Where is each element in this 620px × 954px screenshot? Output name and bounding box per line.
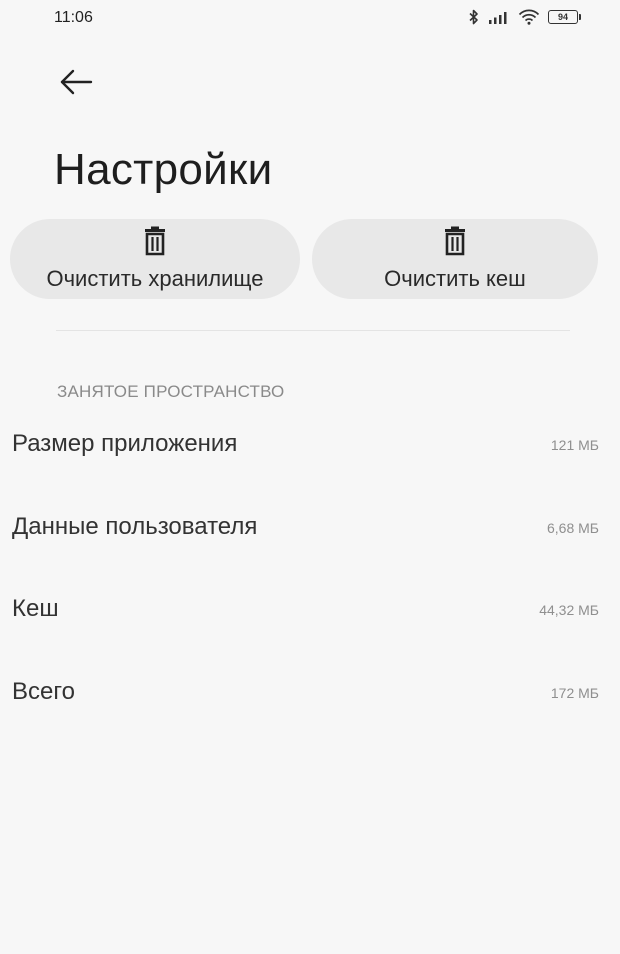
trash-icon (140, 225, 170, 257)
row-value: 6,68 МБ (547, 520, 599, 536)
page-title: Настройки (54, 145, 273, 194)
row-value: 44,32 МБ (539, 602, 599, 618)
clear-cache-label: Очистить кеш (384, 266, 526, 291)
row-label: Данные пользователя (12, 513, 258, 540)
status-bar: 11:06 94 (0, 0, 620, 40)
back-button[interactable] (52, 62, 100, 106)
clear-storage-button[interactable]: Очистить хранилище (10, 219, 300, 299)
status-icons: 94 (468, 9, 581, 25)
storage-row-user-data: Данные пользователя 6,68 МБ (0, 503, 620, 553)
row-value: 121 МБ (550, 437, 599, 453)
signal-icon (488, 10, 510, 24)
wifi-icon (518, 9, 540, 25)
bluetooth-icon (468, 9, 480, 25)
row-value: 172 МБ (550, 685, 599, 701)
status-time: 11:06 (54, 9, 93, 26)
row-label: Размер приложения (12, 430, 238, 457)
back-arrow-icon (58, 68, 94, 101)
row-label: Всего (12, 678, 75, 705)
clear-cache-button[interactable]: Очистить кеш (312, 219, 598, 299)
trash-icon (440, 225, 470, 257)
section-header-storage: ЗАНЯТОЕ ПРОСТРАНСТВО (57, 382, 285, 401)
battery-icon: 94 (548, 10, 581, 24)
app-screen: 11:06 94 Настройки Очистить хранилище Оч… (0, 0, 620, 954)
divider (56, 330, 570, 331)
storage-row-total: Всего 172 МБ (0, 668, 620, 718)
storage-row-app-size: Размер приложения 121 МБ (0, 420, 620, 470)
row-label: Кеш (12, 595, 59, 622)
storage-row-cache: Кеш 44,32 МБ (0, 585, 620, 635)
clear-storage-label: Очистить хранилище (46, 266, 264, 291)
